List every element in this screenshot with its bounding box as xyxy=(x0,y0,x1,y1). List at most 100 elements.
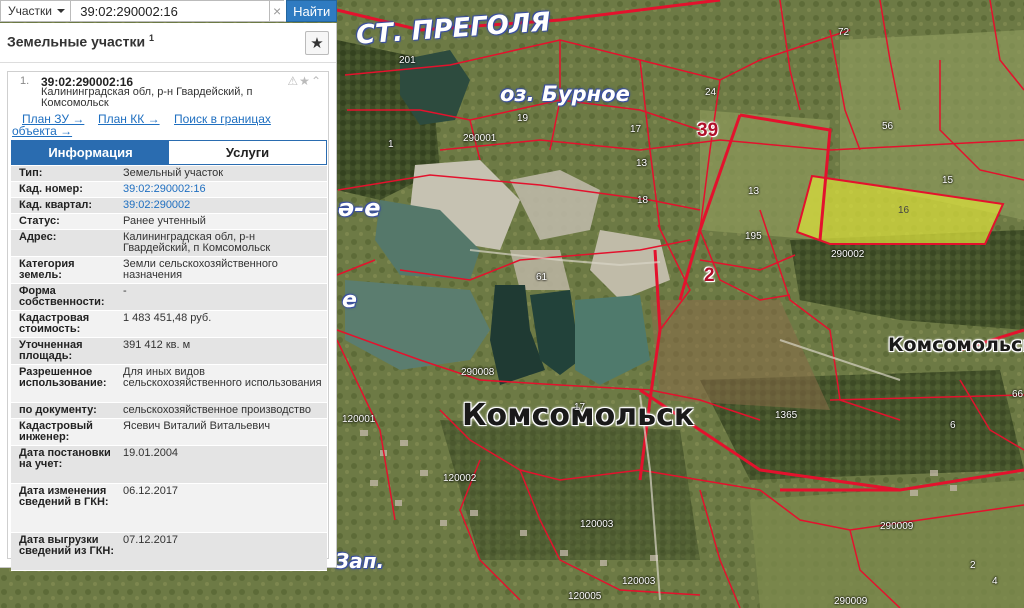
parcel-number[interactable]: 290009 xyxy=(880,521,913,532)
search-category-label: Участки xyxy=(8,4,52,18)
parcel-number[interactable]: 120005 xyxy=(568,591,601,602)
property-value: Для иных видов сельскохозяйственного исп… xyxy=(123,366,322,389)
property-key: Форма собственности: xyxy=(19,285,105,308)
search-bounds-link-line[interactable]: объекта → xyxy=(12,124,72,138)
result-tabs: Информация Услуги xyxy=(11,140,327,165)
parcel-number[interactable]: 201 xyxy=(399,55,416,66)
chevron-up-icon[interactable]: ⌃ xyxy=(311,74,322,88)
parcel-number[interactable]: 13 xyxy=(636,158,647,169)
parcel-number[interactable]: 290001 xyxy=(463,133,496,144)
property-key: Дата постановки на учет: xyxy=(19,447,111,470)
property-key: Дата выгрузки сведений из ГКН: xyxy=(19,534,115,557)
property-row: Уточненная площадь: 391 412 кв. м xyxy=(11,338,327,365)
property-value: 06.12.2017 xyxy=(123,485,179,497)
search-button[interactable]: Найти xyxy=(286,0,337,22)
parcel-number[interactable]: 56 xyxy=(882,121,893,132)
map-label-town-small: Комсомольск xyxy=(888,334,1024,356)
search-bounds-link-line[interactable]: Поиск в границах xyxy=(174,112,271,126)
property-value: Калининградская обл, р-н Гвардейский, п … xyxy=(123,231,271,254)
panel-header: Земельные участки 1 ★ xyxy=(0,23,336,63)
parcel-number[interactable]: 6 xyxy=(950,420,956,431)
property-key: Тип: xyxy=(19,167,43,179)
parcel-number[interactable]: 120001 xyxy=(342,414,375,425)
parcel-number[interactable]: 17 xyxy=(630,124,641,135)
parcel-number[interactable]: 19 xyxy=(517,113,528,124)
property-key: Категория земель: xyxy=(19,258,75,281)
property-key: Разрешенное использование: xyxy=(19,366,107,389)
parcel-number[interactable]: 4 xyxy=(992,576,998,587)
property-row: Кадастровая стоимость: 1 483 451,48 руб. xyxy=(11,311,327,338)
result-count: 1 xyxy=(148,33,154,43)
property-row: Кад. номер: 39:02:290002:16 xyxy=(11,182,327,198)
parcel-number[interactable]: 195 xyxy=(745,231,762,242)
properties-table: Тип: Земельный участок Кад. номер: 39:02:29… xyxy=(11,166,327,571)
property-key: Кад. номер: xyxy=(19,183,83,195)
property-row: Разрешенное использование: Для иных видов… xyxy=(11,365,327,403)
warning-icon[interactable]: ⚠ xyxy=(287,74,299,88)
parcel-number[interactable]: 17 xyxy=(574,402,585,413)
property-row: по документу: сельскохозяйственное произв… xyxy=(11,403,327,419)
plan-kk-link[interactable]: План КК → xyxy=(98,112,160,126)
result-card[interactable]: 1. 39:02:290002:16 Калининградская обл, … xyxy=(7,71,329,571)
parcel-number[interactable]: 120002 xyxy=(443,473,476,484)
property-value: сельскохозяйственное производство xyxy=(123,404,311,416)
property-key: по документу: xyxy=(19,404,97,416)
property-value: 391 412 кв. м xyxy=(123,339,191,351)
card-actions: ⚠★⌃ xyxy=(287,74,322,88)
map-label-bottom-street: Зап. xyxy=(335,549,385,573)
parcel-number[interactable]: 16 xyxy=(898,205,909,216)
chevron-down-icon xyxy=(57,9,65,13)
parcel-number[interactable]: 120003 xyxy=(580,519,613,530)
property-value: - xyxy=(123,285,127,297)
property-value: Ранее учтенный xyxy=(123,215,206,227)
search-bounds-link[interactable]: Поиск в границах xyxy=(174,112,271,126)
search-category-select[interactable]: Участки xyxy=(0,0,72,22)
parcel-number[interactable]: 18 xyxy=(637,195,648,206)
tab-info[interactable]: Информация xyxy=(12,141,169,164)
parcel-number[interactable]: 72 xyxy=(838,27,849,38)
parcel-number[interactable]: 13 xyxy=(748,186,759,197)
property-key: Статус: xyxy=(19,215,60,227)
panel-title-text: Земельные участки xyxy=(7,33,146,50)
property-value: Ясевич Виталий Витальевич xyxy=(123,420,271,432)
parcel-number[interactable]: 61 xyxy=(536,272,547,283)
parcel-number[interactable]: 1 xyxy=(388,139,394,150)
property-row: Адрес: Калининградская обл, р-н Гвардейск… xyxy=(11,230,327,257)
parcel-number[interactable]: 24 xyxy=(705,87,716,98)
search-input[interactable]: 39:02:290002:16 xyxy=(71,0,270,22)
tab-services[interactable]: Услуги xyxy=(169,141,326,164)
quarter-number: 39 xyxy=(697,120,719,141)
property-row: Категория земель: Земли сельскохозяйствен… xyxy=(11,257,327,284)
parcel-number[interactable]: 2 xyxy=(970,560,976,571)
search-bar: Участки 39:02:290002:16 × Найти xyxy=(0,0,337,22)
property-row: Дата постановки на учет: 19.01.2004 xyxy=(11,446,327,484)
property-value: 1 483 451,48 руб. xyxy=(123,312,212,324)
parcel-number[interactable]: 15 xyxy=(942,175,953,186)
star-icon[interactable]: ★ xyxy=(299,74,311,88)
property-row: Дата изменения сведений в ГКН: 06.12.2017 xyxy=(11,484,327,533)
property-value: Земельный участок xyxy=(123,167,224,179)
property-key: Адрес: xyxy=(19,231,57,243)
property-row: Тип: Земельный участок xyxy=(11,166,327,182)
parcel-number[interactable]: 290008 xyxy=(461,367,494,378)
property-row: Дата выгрузки сведений из ГКН: 07.12.2017 xyxy=(11,533,327,571)
parcel-number[interactable]: 1365 xyxy=(775,410,797,421)
property-row: Кад. квартал: 39:02:290002 xyxy=(11,198,327,214)
property-key: Дата изменения сведений в ГКН: xyxy=(19,485,109,508)
parcel-number[interactable]: 290009 xyxy=(834,596,867,607)
panel-title: Земельные участки 1 xyxy=(7,33,154,50)
clear-icon[interactable]: × xyxy=(269,0,285,22)
property-key: Кадастровая стоимость: xyxy=(19,312,90,335)
property-value[interactable]: 39:02:290002:16 xyxy=(115,182,327,197)
parcel-number[interactable]: 290002 xyxy=(831,249,864,260)
property-value: 07.12.2017 xyxy=(123,534,179,546)
map-label-left-fragment: е xyxy=(342,288,357,313)
property-value[interactable]: 39:02:290002 xyxy=(115,198,327,213)
parcel-number[interactable]: 66 xyxy=(1012,389,1023,400)
result-address: Калининградская обл, р-н Гвардейский, п … xyxy=(41,86,253,109)
parcel-number[interactable]: 120003 xyxy=(622,576,655,587)
property-value: Земли сельскохозяйственного назначения xyxy=(123,258,278,281)
property-key: Кадастровый инженер: xyxy=(19,420,93,443)
property-key: Кад. квартал: xyxy=(19,199,93,211)
favorite-button[interactable]: ★ xyxy=(305,31,329,55)
